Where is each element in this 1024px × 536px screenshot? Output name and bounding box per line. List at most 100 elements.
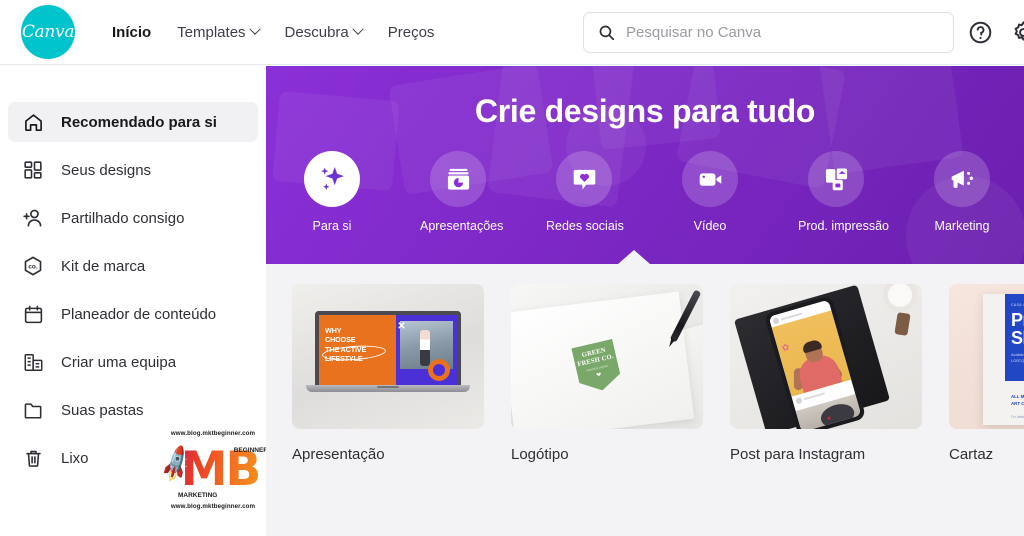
sidebar-item-criar-equipa[interactable]: Criar uma equipa xyxy=(8,342,258,382)
slide-right-panel: ✕ xyxy=(396,315,457,385)
presentation-icon xyxy=(430,151,486,207)
sidebar-item-suas-pastas[interactable]: Suas pastas xyxy=(8,390,258,430)
card-thumbnail[interactable]: WHY CHOOSE THE ACTIVE LIFESTYLE ✕ xyxy=(292,284,484,429)
nav-item-templates[interactable]: Templates xyxy=(164,16,271,49)
canva-logo[interactable]: Canva xyxy=(21,5,75,59)
trash-icon xyxy=(21,446,45,470)
video-camera-icon xyxy=(682,151,738,207)
poster-title-line-2: Show xyxy=(1011,328,1024,348)
nav-item-inicio[interactable]: Início xyxy=(99,16,164,49)
template-card-cartaz[interactable]: CASA COLLETIVO · PRESENTS Pride Show Ava… xyxy=(949,284,1024,463)
laptop-base xyxy=(306,385,470,392)
poster-footer: For details, call 555-3281-0864 xyxy=(1011,415,1024,420)
flower-decoration: ✿ xyxy=(780,341,791,354)
active-category-pointer xyxy=(618,250,650,264)
sidebar-label: Recomendado para si xyxy=(61,113,217,131)
card-label: Cartaz xyxy=(949,446,994,463)
category-label: Marketing xyxy=(934,219,990,233)
slide-left-panel: WHY CHOOSE THE ACTIVE LIFESTYLE xyxy=(319,315,397,385)
sparkle-icon xyxy=(304,151,360,207)
avatar xyxy=(772,316,780,325)
nav-label-descubra: Descubra xyxy=(284,23,349,41)
laptop-screen: WHY CHOOSE THE ACTIVE LIFESTYLE ✕ xyxy=(315,311,461,385)
sidebar-label: Kit de marca xyxy=(61,257,146,275)
category-label: Para si xyxy=(312,219,352,233)
canva-logo-text: Canva xyxy=(21,22,75,42)
sidebar-item-seus-designs[interactable]: Seus designs xyxy=(8,150,258,190)
bowl-object xyxy=(818,400,857,429)
close-icon: ✕ xyxy=(397,321,406,332)
slide-line-2: CHOOSE xyxy=(325,335,356,345)
nav-item-descubra[interactable]: Descubra xyxy=(272,16,375,49)
category-label: Redes sociais xyxy=(546,219,624,233)
card-label: Post para Instagram xyxy=(730,446,866,463)
template-card-post-instagram[interactable]: ✿ ● Post para Instagram xyxy=(730,284,922,463)
card-thumbnail[interactable]: GREEN FRESH CO. natural & organic ❤ xyxy=(511,284,703,429)
help-circle-icon[interactable] xyxy=(968,20,993,45)
hero-banner: Crie designs para tudo Para si Apresenta… xyxy=(266,66,1024,264)
category-redes-sociais[interactable]: Redes sociais xyxy=(546,151,624,233)
slide-line-1: WHY xyxy=(325,326,342,335)
chevron-down-icon xyxy=(248,23,261,35)
home-icon xyxy=(21,110,45,134)
laptop-mockup: WHY CHOOSE THE ACTIVE LIFESTYLE ✕ xyxy=(306,311,470,392)
category-row: Para si Apresentações Redes sociais Víde… xyxy=(294,151,1024,233)
template-card-row: WHY CHOOSE THE ACTIVE LIFESTYLE ✕ Aprese… xyxy=(292,284,1024,463)
category-marketing[interactable]: Marketing xyxy=(924,151,1000,233)
card-label: Logótipo xyxy=(511,446,569,463)
nav-label-inicio: Início xyxy=(112,23,152,41)
grid-icon xyxy=(21,158,45,182)
chevron-down-icon xyxy=(352,23,364,35)
poster-design: CASA COLLETIVO · PRESENTS Pride Show Ava… xyxy=(983,294,1024,425)
banner-title: Crie designs para tudo xyxy=(474,93,816,129)
sidebar-item-recomendado[interactable]: Recomendado para si xyxy=(8,102,258,142)
nav-label-templates: Templates xyxy=(177,23,246,41)
building-icon xyxy=(21,350,45,374)
sidebar-item-partilhado[interactable]: Partilhado consigo xyxy=(8,198,258,238)
folder-icon xyxy=(21,398,45,422)
category-label: Prod. impressão xyxy=(798,219,890,233)
watch-object xyxy=(883,284,917,312)
search-bar[interactable] xyxy=(583,12,954,53)
search-input[interactable] xyxy=(626,24,926,41)
paper-sheet-front: GREEN FRESH CO. natural & organic ❤ xyxy=(511,291,695,429)
calendar-icon xyxy=(21,302,45,326)
sidebar-item-planeador[interactable]: Planeador de conteúdo xyxy=(8,294,258,334)
sidebar-label: Partilhado consigo xyxy=(61,209,185,227)
sidebar: Recomendado para si Seus designs Partilh… xyxy=(0,66,266,536)
category-apresentacoes[interactable]: Apresentações xyxy=(420,151,504,233)
app-header: Canva Início Templates Descubra Preços xyxy=(0,0,1024,65)
card-thumbnail[interactable]: CASA COLLETIVO · PRESENTS Pride Show Ava… xyxy=(949,284,1024,429)
card-label: Apresentação xyxy=(292,446,385,463)
category-video[interactable]: Vídeo xyxy=(672,151,748,233)
sidebar-label: Suas pastas xyxy=(61,401,144,419)
username-placeholder xyxy=(803,391,826,400)
sidebar-item-lixo[interactable]: Lixo xyxy=(8,438,258,478)
template-card-apresentacao[interactable]: WHY CHOOSE THE ACTIVE LIFESTYLE ✕ Aprese… xyxy=(292,284,484,463)
poster-info: ALL MONTH OF JUNE | 10 AM TO 5 PM | ART … xyxy=(1011,394,1024,406)
sidebar-label: Criar uma equipa xyxy=(61,353,177,371)
card-thumbnail[interactable]: ✿ ● xyxy=(730,284,922,429)
poster-title-line-1: Pride xyxy=(1011,310,1024,330)
heart-bubble-icon xyxy=(556,151,612,207)
template-card-logotipo[interactable]: GREEN FRESH CO. natural & organic ❤ Logó… xyxy=(511,284,703,463)
sidebar-item-kit-de-marca[interactable]: co. Kit de marca xyxy=(8,246,258,286)
poster-subtitle: Available to support self-discovery and … xyxy=(1011,352,1024,363)
main-content: Crie designs para tudo Para si Apresenta… xyxy=(266,66,1024,536)
nav-item-precos[interactable]: Preços xyxy=(375,16,448,49)
poster-eyebrow: CASA COLLETIVO · PRESENTS xyxy=(1011,303,1024,307)
sidebar-label: Planeador de conteúdo xyxy=(61,305,217,323)
category-para-si[interactable]: Para si xyxy=(294,151,370,233)
avatar xyxy=(795,396,803,404)
category-prod-impressao[interactable]: Prod. impressão xyxy=(798,151,890,233)
gear-icon[interactable] xyxy=(1011,20,1024,45)
print-products-icon xyxy=(808,151,864,207)
nav-label-precos: Preços xyxy=(387,23,435,41)
slide-circle-decoration xyxy=(428,359,450,381)
sidebar-label: Lixo xyxy=(61,449,89,467)
megaphone-icon xyxy=(934,151,990,207)
category-label: Apresentações xyxy=(420,219,504,233)
header-icon-group xyxy=(968,20,1024,45)
main-nav: Início Templates Descubra Preços xyxy=(99,16,447,49)
search-icon xyxy=(599,25,615,41)
